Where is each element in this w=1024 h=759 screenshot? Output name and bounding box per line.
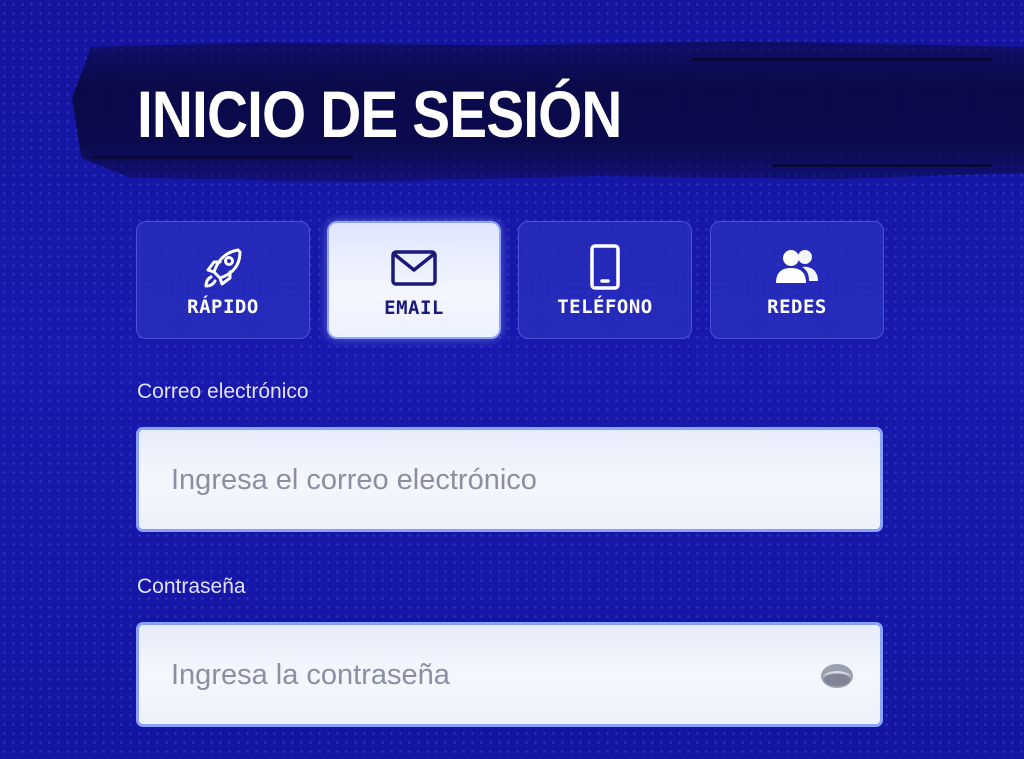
envelope-icon [389, 245, 439, 291]
email-label: Correo electrónico [137, 380, 309, 403]
password-field-container [136, 622, 883, 727]
rocket-icon [198, 244, 248, 290]
password-label: Contraseña [137, 575, 246, 598]
password-field[interactable] [169, 625, 813, 726]
login-method-tabs: RÁPIDO EMAIL TELÉFONO REDES [136, 221, 885, 339]
tab-label: RÁPIDO [187, 296, 259, 318]
tab-label: REDES [767, 296, 827, 318]
tab-label: EMAIL [384, 297, 444, 319]
email-field[interactable] [169, 430, 813, 531]
tab-label: TELÉFONO [557, 296, 653, 318]
page-title: INICIO DE SESIÓN [137, 77, 622, 151]
eye-icon[interactable] [820, 662, 854, 690]
tab-rapido[interactable]: RÁPIDO [136, 221, 310, 339]
email-field-container [136, 427, 883, 532]
tab-redes[interactable]: REDES [710, 221, 884, 339]
tab-email[interactable]: EMAIL [327, 221, 501, 339]
phone-icon [580, 244, 630, 290]
tab-telefono[interactable]: TELÉFONO [518, 221, 692, 339]
users-icon [772, 244, 822, 290]
